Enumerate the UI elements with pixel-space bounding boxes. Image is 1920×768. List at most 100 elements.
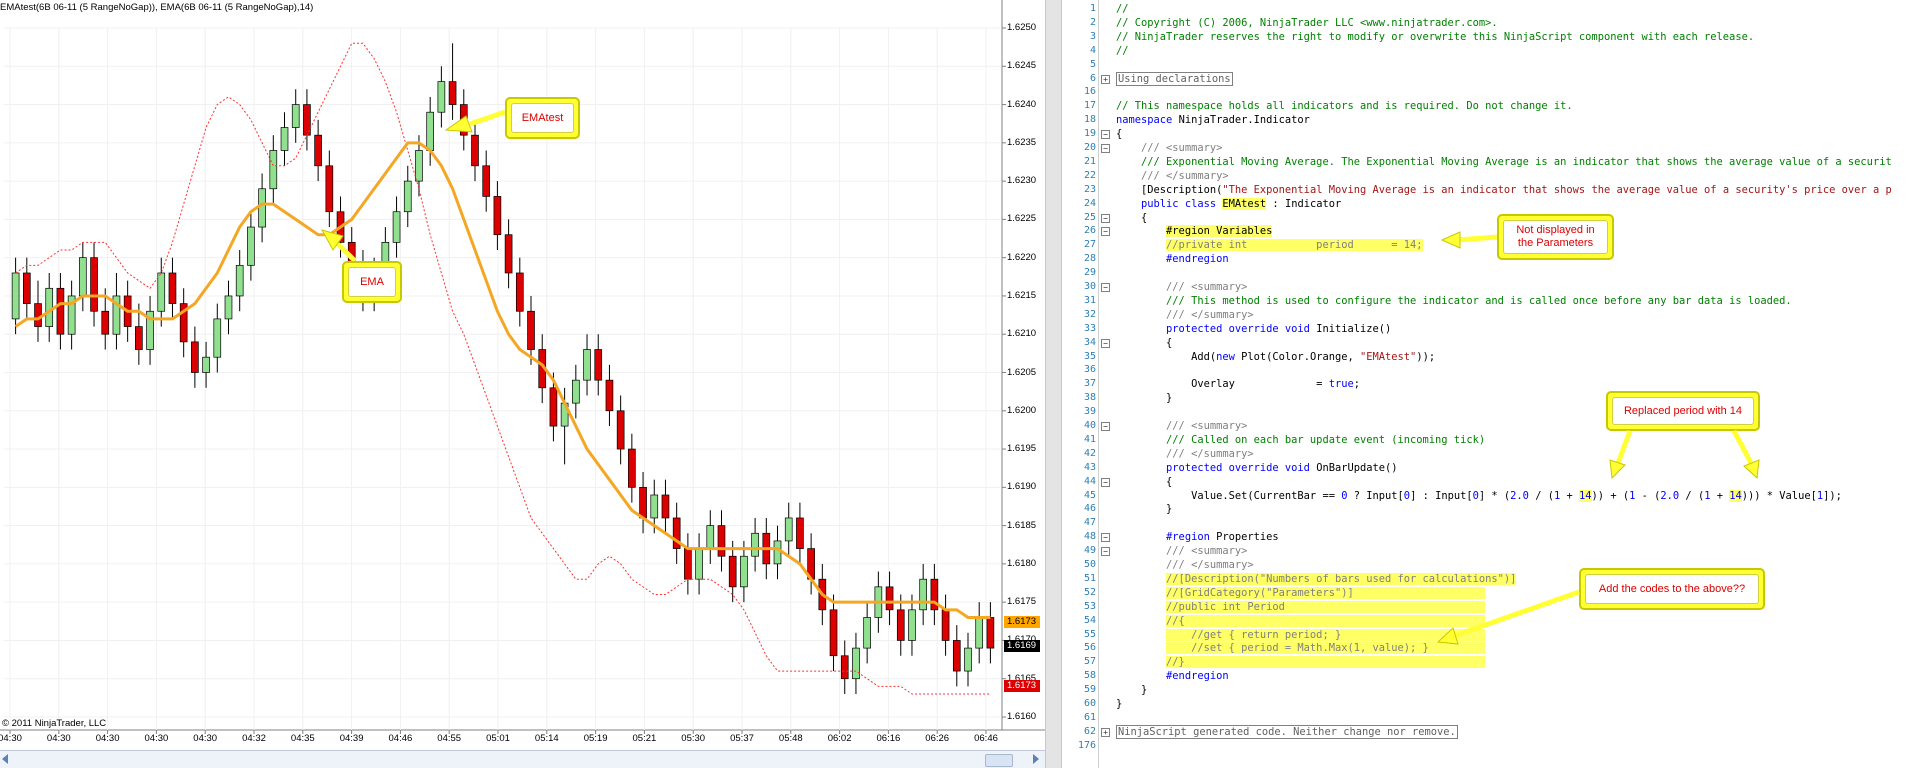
code-token: ] * ( bbox=[1478, 489, 1511, 502]
line-number: 62 bbox=[1083, 725, 1096, 737]
code-line[interactable]: //get { return period; } bbox=[1116, 628, 1486, 642]
collapse-region-icon[interactable]: − bbox=[1101, 144, 1110, 153]
code-line[interactable]: /// This method is used to configure the… bbox=[1116, 294, 1792, 308]
code-editor[interactable]: 1 2 3 4 5 6 16 17 18 19 20 21 22 23 24 25 26 27 28 29 30 31 32… bbox=[1062, 0, 1920, 768]
code-line[interactable]: protected override void OnBarUpdate() bbox=[1116, 461, 1397, 475]
code-line[interactable]: } bbox=[1116, 683, 1147, 697]
code-line[interactable]: //public int Period bbox=[1116, 600, 1486, 614]
x-tick-label: 05:48 bbox=[778, 733, 803, 744]
code-line[interactable]: public class EMAtest : Indicator bbox=[1116, 197, 1341, 211]
collapse-region-icon[interactable]: − bbox=[1101, 213, 1110, 223]
candle-down bbox=[90, 257, 98, 312]
code-line[interactable]: } bbox=[1116, 502, 1172, 516]
code-token: Initialize() bbox=[1309, 322, 1392, 335]
code-line[interactable]: // Copyright (C) 2006, NinjaTrader LLC <… bbox=[1116, 16, 1498, 30]
y-tick-label: 1.6220 bbox=[1007, 251, 1037, 263]
scrollbar-thumb[interactable] bbox=[985, 754, 1013, 767]
collapse-region-icon[interactable]: − bbox=[1101, 477, 1110, 487]
expand-region-icon[interactable]: + bbox=[1101, 74, 1110, 84]
arrow-ematest-head bbox=[444, 115, 473, 133]
candle-up bbox=[403, 180, 412, 213]
scroll-right-arrow-icon[interactable] bbox=[1033, 754, 1039, 764]
code-line[interactable]: //[Description("Numbers of bars used for… bbox=[1116, 572, 1517, 586]
code-line[interactable]: /// </summary> bbox=[1116, 169, 1229, 183]
code-line[interactable]: /// <summary> bbox=[1116, 544, 1247, 558]
chart-pane[interactable]: EMAtest(6B 06-11 (5 RangeNoGap)), EMA(6B… bbox=[0, 0, 1045, 768]
chart-horizontal-scrollbar[interactable] bbox=[0, 750, 1045, 768]
candle-up bbox=[280, 127, 289, 151]
line-number: 32 bbox=[1083, 308, 1096, 320]
collapse-region-icon[interactable]: − bbox=[1101, 338, 1110, 348]
code-line[interactable]: /// <summary> bbox=[1116, 419, 1247, 433]
scroll-left-arrow-icon[interactable] bbox=[2, 754, 8, 764]
candle-up bbox=[202, 356, 210, 373]
code-line[interactable]: { bbox=[1116, 127, 1122, 141]
code-token: / ( bbox=[1528, 489, 1554, 502]
candle-up bbox=[852, 647, 860, 680]
code-line[interactable]: { bbox=[1116, 211, 1147, 225]
code-line[interactable]: // This namespace holds all indicators a… bbox=[1116, 99, 1573, 113]
collapse-region-icon[interactable]: − bbox=[1101, 227, 1110, 237]
code-line[interactable]: /// </summary> bbox=[1116, 308, 1254, 322]
code-line[interactable]: //{ bbox=[1116, 614, 1486, 628]
code-line[interactable]: // bbox=[1116, 2, 1129, 16]
code-line[interactable]: /// <summary> bbox=[1116, 280, 1247, 294]
collapse-region-icon[interactable]: − bbox=[1101, 130, 1110, 140]
collapse-region-icon[interactable]: − bbox=[1101, 283, 1110, 292]
pane-splitter[interactable] bbox=[1045, 0, 1062, 768]
x-tick-label: 04:55 bbox=[437, 733, 462, 744]
code-token: Using declarations bbox=[1116, 71, 1233, 86]
candle-up bbox=[437, 81, 446, 113]
candle-down bbox=[829, 609, 838, 657]
code-line[interactable]: Value.Set(CurrentBar == 0 ? Input[0] : I… bbox=[1116, 489, 1842, 503]
code-line[interactable]: Add(new Plot(Color.Orange, "EMAtest")); bbox=[1116, 350, 1435, 364]
candle-up bbox=[426, 111, 434, 151]
code-token: /// </summary> bbox=[1116, 559, 1254, 571]
code-line[interactable]: //private int period = 14; bbox=[1116, 238, 1423, 252]
code-token: #region Variables bbox=[1166, 225, 1273, 238]
code-line[interactable]: protected override void Initialize() bbox=[1116, 322, 1391, 336]
code-line[interactable]: // NinjaTrader reserves the right to mod… bbox=[1116, 30, 1754, 44]
code-line[interactable]: } bbox=[1116, 697, 1122, 711]
y-tick-label: 1.6180 bbox=[1007, 557, 1037, 569]
code-line[interactable]: /// Called on each bar update event (inc… bbox=[1116, 433, 1485, 447]
code-line[interactable]: [Description("The Exponential Moving Ave… bbox=[1116, 183, 1892, 197]
code-line[interactable]: /// </summary> bbox=[1116, 558, 1254, 572]
code-line[interactable]: Overlay = true; bbox=[1116, 377, 1360, 391]
code-line[interactable]: #region Variables bbox=[1116, 224, 1273, 238]
x-tick-label: 06:16 bbox=[876, 733, 901, 744]
collapse-region-icon[interactable]: − bbox=[1101, 533, 1110, 543]
candle-up bbox=[247, 226, 255, 266]
code-line[interactable]: /// Exponential Moving Average. The Expo… bbox=[1116, 155, 1892, 169]
code-line[interactable]: //} bbox=[1116, 655, 1486, 669]
code-line[interactable]: /// <summary> bbox=[1116, 141, 1222, 155]
code-text-area[interactable]: //// Copyright (C) 2006, NinjaTrader LLC… bbox=[1110, 0, 1920, 768]
code-line[interactable]: #endregion bbox=[1116, 669, 1229, 683]
code-line[interactable]: namespace NinjaTrader.Indicator bbox=[1116, 113, 1310, 127]
candle-down bbox=[952, 640, 961, 672]
code-token: { bbox=[1116, 475, 1173, 488]
code-line[interactable]: { bbox=[1116, 475, 1172, 489]
collapse-region-icon[interactable]: − bbox=[1101, 422, 1110, 431]
code-token: 14 bbox=[1729, 489, 1742, 502]
line-number: 51 bbox=[1083, 572, 1096, 584]
code-token: - ( bbox=[1635, 489, 1661, 502]
code-line[interactable]: //set { period = Math.Max(1, value); } bbox=[1116, 641, 1486, 655]
code-line[interactable]: //[GridCategory("Parameters")] bbox=[1116, 586, 1486, 600]
code-line[interactable]: Using declarations bbox=[1116, 71, 1233, 86]
code-line[interactable]: // bbox=[1116, 44, 1129, 58]
code-line[interactable]: { bbox=[1116, 336, 1172, 350]
line-number: 59 bbox=[1083, 684, 1096, 696]
code-line[interactable]: } bbox=[1116, 391, 1172, 405]
code-line[interactable]: #endregion bbox=[1116, 252, 1229, 266]
code-line[interactable]: NinjaScript generated code. Neither chan… bbox=[1116, 724, 1458, 739]
code-line[interactable]: /// </summary> bbox=[1116, 447, 1254, 461]
code-token: "EMAtest" bbox=[1360, 350, 1417, 363]
code-token: ; bbox=[1353, 378, 1360, 391]
code-line[interactable]: #region Properties bbox=[1116, 530, 1279, 544]
candle-up bbox=[975, 617, 984, 649]
expand-region-icon[interactable]: + bbox=[1101, 727, 1110, 737]
collapse-region-icon[interactable]: − bbox=[1101, 547, 1110, 557]
x-tick-label: 04:39 bbox=[339, 733, 364, 744]
